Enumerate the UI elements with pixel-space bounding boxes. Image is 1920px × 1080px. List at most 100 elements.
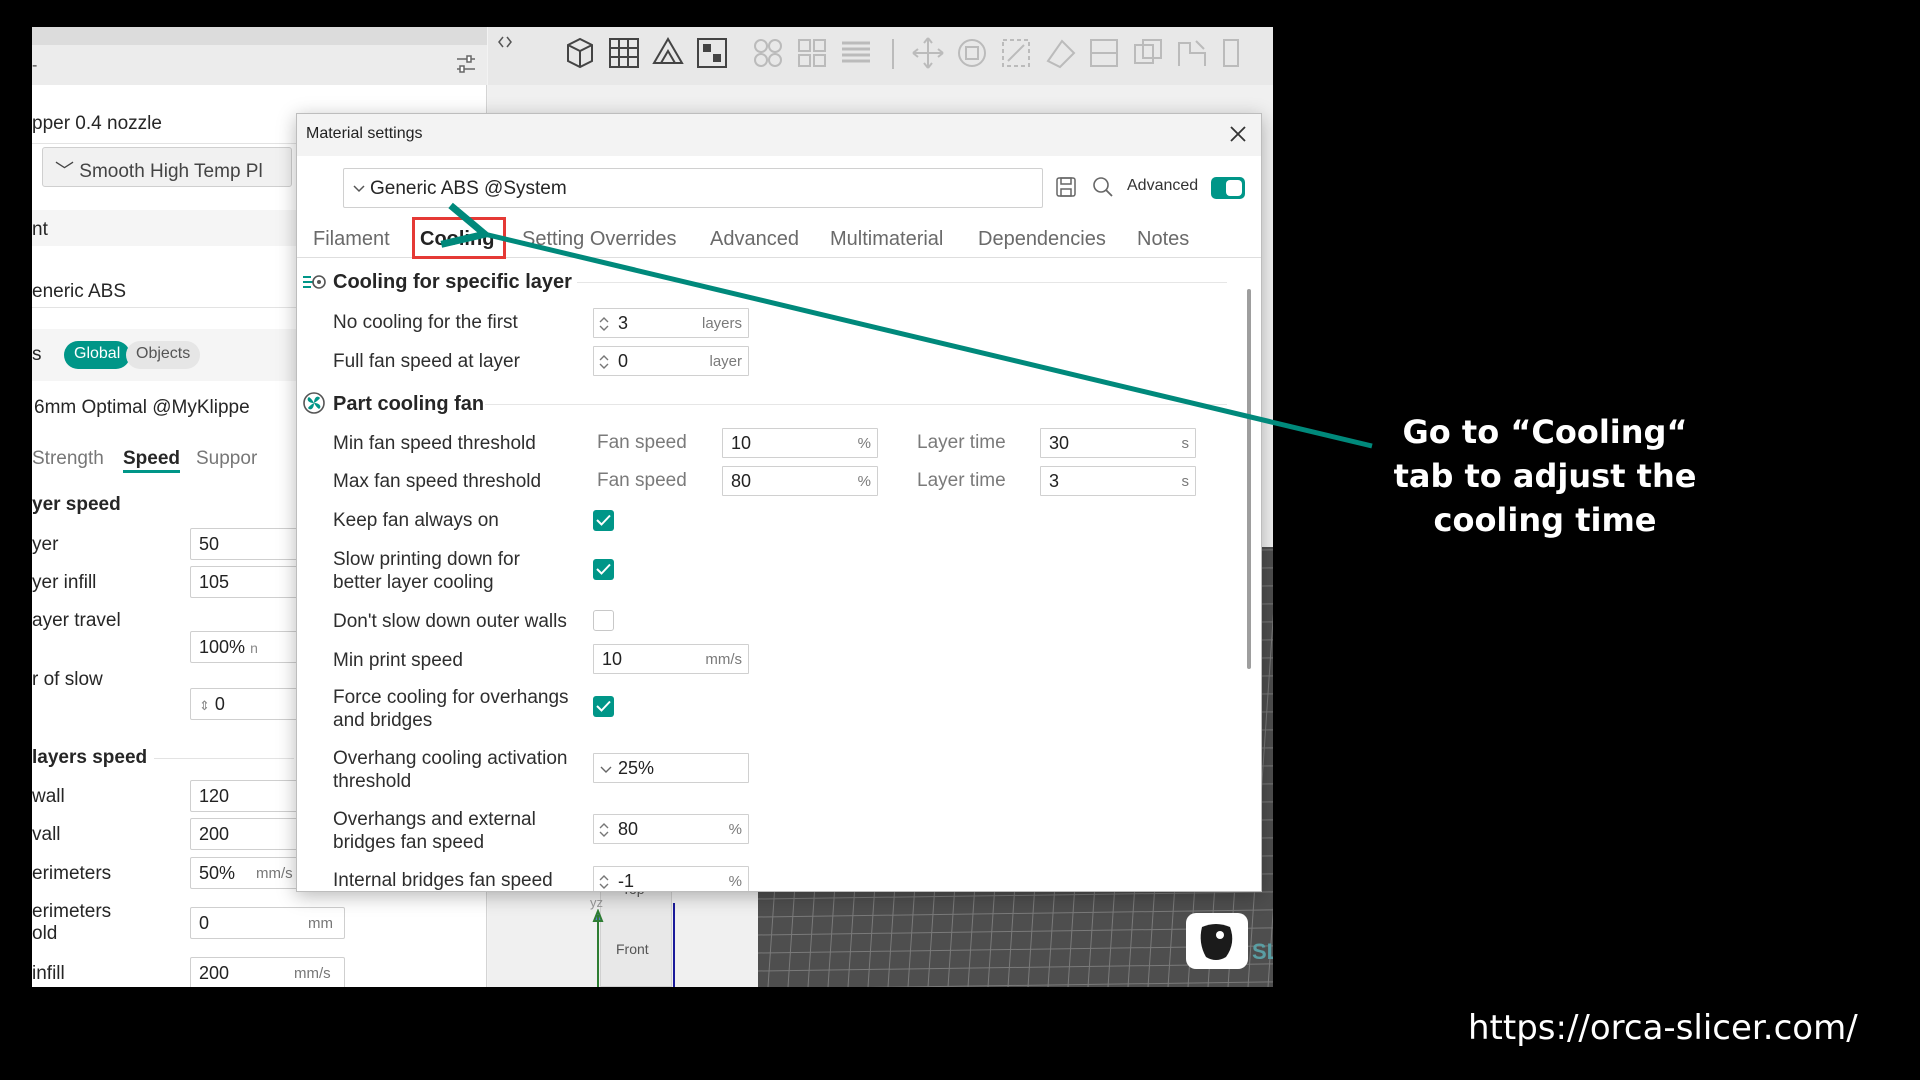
auto-orient-icon[interactable]	[648, 33, 688, 73]
add-cube-icon[interactable]	[560, 33, 600, 73]
force-cooling-checkbox[interactable]	[593, 696, 614, 717]
section-divider	[577, 282, 1227, 283]
save-icon[interactable]	[1054, 175, 1078, 199]
axis-label: yz	[590, 895, 603, 910]
advanced-toggle[interactable]	[1211, 177, 1245, 199]
arrange-icon[interactable]	[692, 33, 732, 73]
no-cooling-input[interactable]: 3 layers	[593, 308, 749, 338]
material-settings-dialog: Material settings Generic ABS @System Ad…	[296, 113, 1262, 892]
slow-down-checkbox[interactable]	[593, 559, 614, 580]
spinner-icon[interactable]	[598, 821, 610, 839]
subtab-strength[interactable]: Strength	[32, 448, 104, 470]
layers-icon[interactable]	[836, 33, 876, 73]
part-cooling-fan-icon	[303, 392, 325, 414]
section-title-part-cooling-fan: Part cooling fan	[333, 393, 485, 415]
move-icon[interactable]	[908, 33, 948, 73]
process-preset[interactable]: 6mm Optimal @MyKlippe	[34, 397, 250, 419]
slow-down-label-line2: better layer cooling	[333, 572, 494, 593]
first-layer-speed-header: yer speed	[32, 494, 121, 515]
global-toggle[interactable]: Global	[64, 341, 131, 369]
min-layer-time-unit: s	[1181, 435, 1190, 452]
overhang-fan-input[interactable]: 80 %	[593, 814, 749, 844]
keep-fan-on-label: Keep fan always on	[333, 510, 499, 531]
chevron-down-icon	[600, 766, 612, 773]
tab-multimaterial[interactable]: Multimaterial	[830, 228, 943, 251]
speed-row-label: old	[32, 923, 58, 944]
min-layer-time-input[interactable]: 30 s	[1040, 428, 1196, 458]
chevron-down-icon	[353, 185, 365, 193]
speed-row-label: vall	[32, 824, 61, 845]
close-icon[interactable]	[1227, 123, 1249, 145]
overhang-threshold-select[interactable]: 25%	[593, 753, 749, 783]
other-layers-speed-header: layers speed	[32, 747, 148, 768]
min-print-speed-value: 10	[602, 649, 623, 669]
filament-header: nt	[32, 219, 48, 240]
internal-bridges-label: Internal bridges fan speed	[333, 870, 553, 891]
no-cooling-label: No cooling for the first	[333, 312, 518, 333]
max-fan-speed-input[interactable]: 80 %	[722, 466, 878, 496]
search-icon[interactable]	[1091, 175, 1115, 199]
overhang-fan-label-line1: Overhangs and external	[333, 809, 536, 830]
speed-row-label: erimeters	[32, 863, 112, 884]
split-parts-icon[interactable]	[792, 33, 832, 73]
left-panel-header: -	[32, 27, 487, 85]
overhang-threshold-value: 25%	[618, 758, 655, 778]
check-icon	[596, 700, 611, 712]
printer-preset[interactable]: pper 0.4 nozzle	[32, 113, 162, 135]
tab-notes[interactable]: Notes	[1137, 228, 1189, 251]
spinner-icon[interactable]	[598, 873, 610, 891]
min-fan-speed-label: Fan speed	[597, 432, 687, 453]
collapse-sidebar-icon[interactable]	[496, 33, 514, 51]
top-toolbar	[488, 27, 1273, 85]
min-layer-time-label: Layer time	[917, 432, 1006, 453]
orca-logo	[1186, 913, 1248, 969]
toggle-knob	[1226, 180, 1242, 196]
orca-slicer-screenshot: - pper 0.4 nozzle ﹀ Smooth High Temp Pl …	[32, 27, 1273, 987]
tab-advanced[interactable]: Advanced	[710, 228, 799, 251]
max-fan-speed-unit: %	[857, 473, 871, 490]
filament-preset-select[interactable]: Generic ABS @System	[343, 168, 1043, 208]
toolbar-separator	[892, 39, 894, 69]
min-fan-speed-input[interactable]: 10 %	[722, 428, 878, 458]
sliders-icon[interactable]	[454, 52, 478, 76]
tab-filament[interactable]: Filament	[313, 228, 390, 251]
lay-on-face-icon[interactable]	[1040, 33, 1080, 73]
grid-icon[interactable]	[604, 33, 644, 73]
overhang-fan-unit: %	[728, 821, 742, 838]
min-print-speed-input[interactable]: 10 mm/s	[593, 644, 749, 674]
objects-toggle[interactable]: Objects	[126, 341, 201, 369]
speed-row-value: 0	[214, 694, 225, 714]
cut-icon[interactable]	[1084, 33, 1124, 73]
spinner-icon[interactable]	[598, 353, 610, 371]
seam-paint-icon[interactable]	[1216, 33, 1256, 73]
subtab-speed[interactable]: Speed	[123, 448, 181, 473]
keep-fan-on-checkbox[interactable]	[593, 510, 614, 531]
max-layer-time-unit: s	[1181, 473, 1190, 490]
caption-line: cooling time	[1433, 501, 1657, 539]
internal-bridges-input[interactable]: -1 %	[593, 866, 749, 891]
y-axis-icon	[673, 903, 675, 987]
overhang-fan-label-line2: bridges fan speed	[333, 832, 485, 853]
max-layer-time-label: Layer time	[917, 470, 1006, 491]
scale-icon[interactable]	[996, 33, 1036, 73]
support-paint-icon[interactable]	[1172, 33, 1212, 73]
full-fan-input[interactable]: 0 layer	[593, 346, 749, 376]
dont-slow-outer-checkbox[interactable]	[593, 610, 614, 631]
speed-row-label: yer	[32, 534, 59, 555]
view-cube-front-label[interactable]: Front	[616, 941, 649, 957]
overhang-threshold-label-line1: Overhang cooling activation	[333, 748, 568, 769]
dialog-scrollbar[interactable]	[1247, 289, 1251, 669]
split-objects-icon[interactable]	[748, 33, 788, 73]
subtab-support[interactable]: Suppor	[196, 448, 257, 470]
left-panel-strip	[32, 27, 487, 45]
tab-setting-overrides[interactable]: Setting Overrides	[522, 228, 677, 251]
filament-preset[interactable]: eneric ABS	[32, 281, 126, 303]
boolean-icon[interactable]	[1128, 33, 1168, 73]
cooling-tab-highlight	[412, 217, 506, 259]
tab-dependencies[interactable]: Dependencies	[978, 228, 1106, 251]
rotate-icon[interactable]	[952, 33, 992, 73]
max-layer-time-input[interactable]: 3 s	[1040, 466, 1196, 496]
spinner-icon[interactable]	[598, 315, 610, 333]
plate-type-select[interactable]: ﹀ Smooth High Temp Pl	[42, 147, 292, 187]
spin-icon[interactable]: ⇕	[199, 698, 210, 713]
